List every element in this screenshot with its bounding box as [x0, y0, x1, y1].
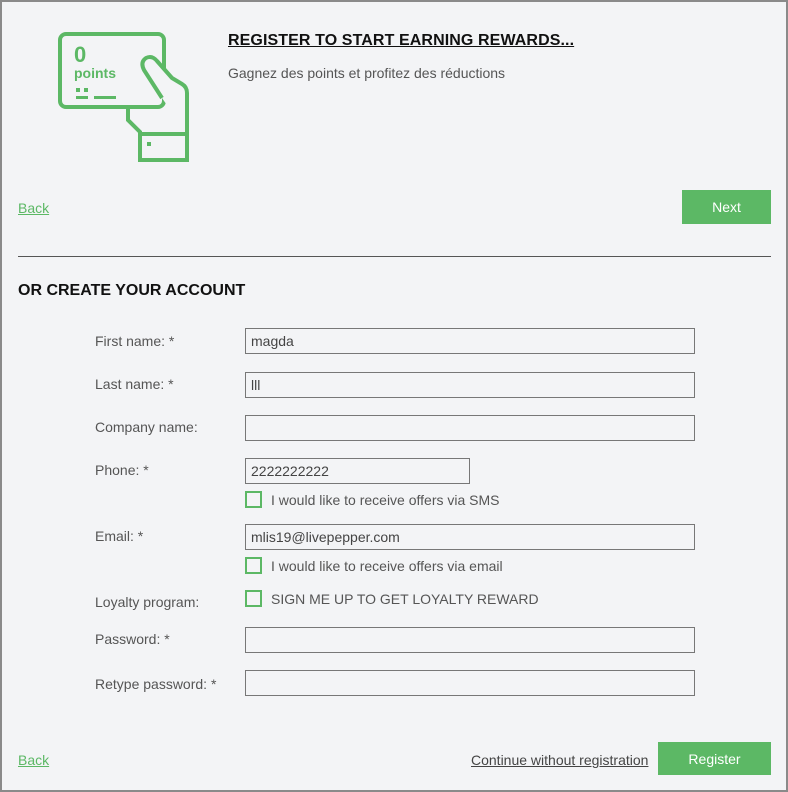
next-button[interactable]: Next	[682, 190, 771, 224]
password-label: Password: *	[95, 631, 170, 647]
company-name-input[interactable]	[245, 415, 695, 441]
first-name-label: First name: *	[95, 333, 175, 349]
loyalty-signup-label: SIGN ME UP TO GET LOYALTY REWARD	[271, 590, 539, 607]
email-label: Email: *	[95, 528, 144, 544]
email-value: mlis19@livepepper.com	[251, 529, 400, 545]
password-input[interactable]	[245, 627, 695, 653]
first-name-input[interactable]: magda	[245, 328, 695, 354]
sms-opt-in-row[interactable]: I would like to receive offers via SMS	[245, 491, 500, 508]
back-link-bottom[interactable]: Back	[18, 752, 49, 768]
retype-password-label: Retype password: *	[95, 676, 217, 692]
email-opt-in-row[interactable]: I would like to receive offers via email	[245, 557, 503, 574]
email-opt-in-checkbox[interactable]	[245, 557, 262, 574]
loyalty-card-in-hand-icon: 0 points	[56, 30, 196, 166]
company-name-label: Company name:	[95, 419, 198, 435]
phone-label: Phone: *	[95, 462, 149, 478]
back-link-top[interactable]: Back	[18, 200, 49, 216]
promo-subtitle: Gagnez des points et profitez des réduct…	[228, 65, 506, 81]
last-name-value: lll	[251, 377, 261, 393]
card-points-label: points	[74, 65, 116, 81]
email-input[interactable]: mlis19@livepepper.com	[245, 524, 695, 550]
email-opt-in-label: I would like to receive offers via email	[271, 557, 503, 574]
last-name-label: Last name: *	[95, 376, 174, 392]
create-account-title: OR CREATE YOUR ACCOUNT	[18, 282, 246, 299]
phone-input[interactable]: 2222222222	[245, 458, 470, 484]
card-points-value: 0	[74, 42, 86, 67]
loyalty-signup-row[interactable]: SIGN ME UP TO GET LOYALTY REWARD	[245, 590, 539, 607]
loyalty-program-label: Loyalty program:	[95, 594, 200, 610]
sms-opt-in-checkbox[interactable]	[245, 491, 262, 508]
section-divider	[18, 256, 771, 257]
register-button[interactable]: Register	[658, 742, 771, 775]
first-name-value: magda	[251, 333, 294, 349]
loyalty-signup-checkbox[interactable]	[245, 590, 262, 607]
retype-password-input[interactable]	[245, 670, 695, 696]
phone-value: 2222222222	[251, 463, 329, 479]
promo-title: REGISTER TO START EARNING REWARDS...	[228, 32, 575, 49]
last-name-input[interactable]: lll	[245, 372, 695, 398]
continue-without-registration-link[interactable]: Continue without registration	[471, 752, 648, 768]
sms-opt-in-label: I would like to receive offers via SMS	[271, 491, 500, 508]
